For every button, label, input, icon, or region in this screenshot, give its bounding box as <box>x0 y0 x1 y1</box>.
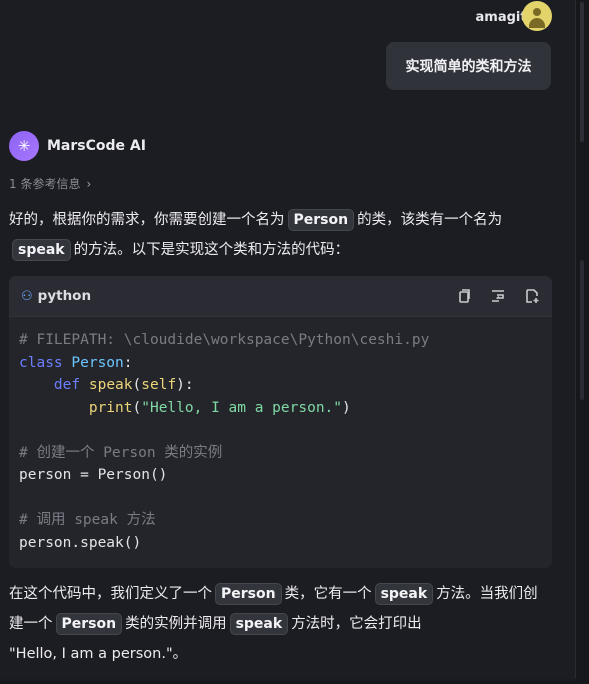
intro-text-1: 好的，根据你的需求，你需要创建一个名为 <box>9 212 285 228</box>
code-comment: # 创建一个 Person 类的实例 <box>19 444 223 461</box>
avatar-body <box>529 18 545 28</box>
assistant-name: MarsCode AI <box>47 138 146 154</box>
code-language: ⚇ python <box>21 288 91 304</box>
code-block-header: ⚇ python <box>9 276 552 317</box>
code-param: self <box>141 377 177 393</box>
code-comment: # 调用 speak 方法 <box>19 512 156 528</box>
reference-label: 1 条参考信息 <box>9 177 81 191</box>
code-function-name: speak <box>88 377 133 393</box>
inline-code-speak: speak <box>374 583 434 605</box>
code-string: "Hello, I am a person." <box>141 399 343 416</box>
python-icon: ⚇ <box>21 288 33 304</box>
bottom-shade <box>0 678 576 684</box>
code-keyword: class <box>19 354 63 371</box>
marscode-logo-icon: ✳ <box>9 131 39 161</box>
insert-code-icon[interactable] <box>490 288 506 304</box>
outro-text-2: 类，它有一个 <box>284 586 372 602</box>
code-actions <box>456 288 540 304</box>
chevron-right-icon: › <box>86 176 92 191</box>
avatar-head <box>533 8 541 16</box>
code-line: person.speak() <box>19 534 142 551</box>
intro-text-3: 的方法。以下是实现这个类和方法的代码： <box>73 242 350 258</box>
code-keyword: def <box>53 377 81 393</box>
outro-text-5: 方法时，它会打印出 <box>291 616 422 632</box>
code-language-label: python <box>37 288 92 304</box>
user-message-bubble: 实现简单的类和方法 <box>386 42 551 90</box>
inline-code-person: Person <box>287 209 355 231</box>
code-line: person = Person() <box>19 467 168 483</box>
code-class-name: Person <box>71 354 124 371</box>
code-builtin: print <box>88 399 133 416</box>
outro-paragraph: 在这个代码中，我们定义了一个 Person 类，它有一个 speak 方法。当我们创建一… <box>9 579 549 669</box>
outro-text-6: "Hello, I am a person."。 <box>9 646 188 662</box>
intro-text-2: 的类，该类有一个名为 <box>357 212 503 228</box>
user-message-text: 实现简单的类和方法 <box>405 59 532 75</box>
assistant-header: ✳ MarsCode AI <box>9 131 146 161</box>
user-avatar[interactable] <box>522 1 552 31</box>
inline-code-person: Person <box>55 613 123 635</box>
reference-toggle[interactable]: 1 条参考信息 › <box>9 175 91 192</box>
code-content: # FILEPATH: \cloudide\workspace\Python\c… <box>19 332 430 551</box>
inline-code-speak: speak <box>12 239 71 261</box>
code-comment: # FILEPATH: \cloudide\workspace\Python\c… <box>19 332 430 348</box>
scrollbar-track-mark <box>580 260 584 400</box>
outro-text-1: 在这个代码中，我们定义了一个 <box>9 586 212 602</box>
scrollbar-thumb[interactable] <box>580 2 584 142</box>
new-file-icon[interactable] <box>524 288 540 304</box>
right-rail <box>575 0 589 684</box>
code-block: ⚇ python # FILEPATH: \cloudide\workspace… <box>9 276 552 568</box>
intro-paragraph: 好的，根据你的需求，你需要创建一个名为 Person 的类，该类有一个名为 speak… <box>9 205 549 265</box>
copy-icon[interactable] <box>456 288 472 304</box>
outro-text-4: 类的实例并调用 <box>125 616 227 632</box>
inline-code-speak: speak <box>229 613 289 635</box>
inline-code-person: Person <box>215 583 282 605</box>
